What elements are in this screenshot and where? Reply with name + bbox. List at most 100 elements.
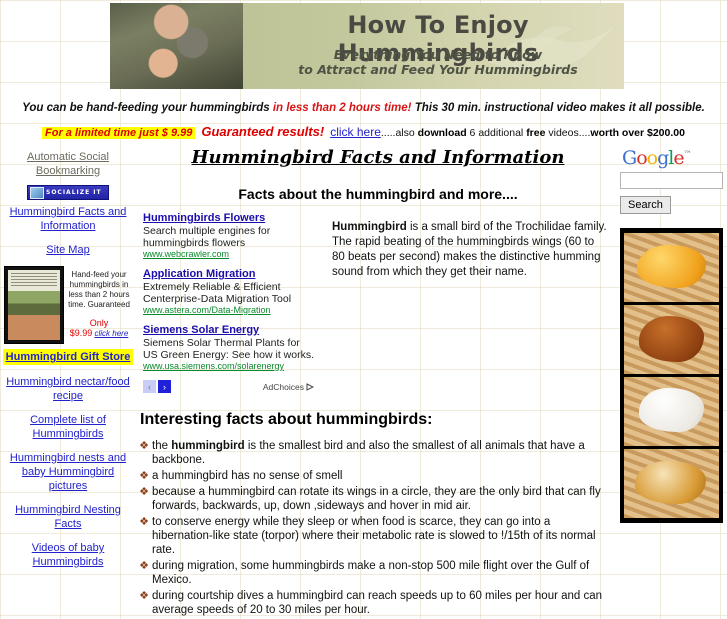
flower-bullet-icon: ❖ [139, 440, 149, 452]
banner-inner: How To Enjoy Hummingbirds Everything You… [110, 3, 624, 89]
photo-thumbnail[interactable] [624, 305, 719, 374]
sidebar-item-nests-and-baby-pictures[interactable]: Hummingbird nests and baby Hummingbird p… [0, 446, 136, 498]
list-item: ❖ a hummingbird has no sense of smell [136, 469, 620, 483]
gift-store-wrap: Hummingbird Gift Store [0, 344, 136, 370]
page-title: Hummingbird Facts and Information [191, 147, 565, 168]
banner-subtitle-line1: Everything You Need to Know [333, 47, 543, 62]
flower-bullet-icon: ❖ [139, 486, 149, 498]
adchoices-triangle-icon [306, 382, 314, 391]
dvd-promo-text: Hand-feed your hummingbirds in less than… [64, 266, 134, 344]
adchoices-text: AdChoices [262, 381, 304, 392]
left-sidebar: Automatic Social Bookmarking SOCIALIZE I… [0, 145, 136, 619]
search-input[interactable] [620, 172, 723, 189]
search-button[interactable]: Search [620, 196, 671, 214]
sidebar-item-hummingbird-gift-store[interactable]: Hummingbird Gift Store [2, 349, 134, 365]
socialize-label: SOCIALIZE IT [46, 189, 102, 196]
list-item: ❖ during courtship dives a hummingbird c… [136, 589, 620, 617]
list-item: ❖ to conserve energy while they sleep or… [136, 515, 620, 557]
socialize-icon [30, 186, 44, 199]
photo-thumbnail[interactable] [624, 449, 719, 518]
promo-worth-text: worth over $200.00 [590, 127, 685, 139]
click-here-link[interactable]: click here [330, 125, 381, 139]
list-item: ❖ during migration, some hummingbirds ma… [136, 559, 620, 587]
ad-item: Application Migration Extremely Reliable… [143, 268, 314, 315]
right-column: Google™ Search [620, 145, 727, 619]
list-item: ❖ the hummingbird is the smallest bird a… [136, 439, 620, 467]
fact-text: the hummingbird is the smallest bird and… [152, 439, 612, 467]
ad-description: Search multiple engines for hummingbirds… [143, 225, 271, 249]
ad-url[interactable]: www.astera.com/Data-Migration [143, 305, 314, 315]
promo-line-1: You can be hand-feeding your hummingbird… [0, 102, 727, 114]
sidebar-item-nesting-facts[interactable]: Hummingbird Nesting Facts [0, 498, 136, 536]
intro-bold-word: Hummingbird [332, 221, 407, 233]
promo-free-word: free [526, 127, 546, 139]
promo-line1-part2: This 30 min. instructional video makes i… [411, 102, 705, 114]
photo-thumbnail[interactable] [624, 377, 719, 446]
banner-photo-man-feeding-hummingbird [110, 3, 243, 89]
ads-prev-arrow-icon[interactable]: ‹ [143, 380, 156, 393]
adchoices-label[interactable]: AdChoices [263, 382, 314, 392]
limited-offer-badge: For a limited time just $ 9.99 [42, 127, 196, 139]
fact-text: during migration, some hummingbirds make… [152, 560, 590, 586]
list-item: ❖ because a hummingbird can rotate its w… [136, 485, 620, 513]
ads-block: Hummingbirds Flowers Search multiple eng… [136, 212, 314, 393]
ads-navigation: ‹ › AdChoices [143, 380, 314, 393]
site-banner: How To Enjoy Hummingbirds Everything You… [0, 0, 727, 92]
ad-url[interactable]: www.usa.siemens.com/solarenergy [143, 361, 314, 371]
page-subtitle: Facts about the hummingbird and more.... [238, 186, 518, 202]
promo-download-word: download [417, 127, 467, 139]
sidebar-item-automatic-social-bookmarking[interactable]: Automatic Social Bookmarking [0, 145, 136, 183]
sidebar-item-nectar-food-recipe[interactable]: Hummingbird nectar/food recipe [0, 370, 136, 408]
ad-title[interactable]: Siemens Solar Energy [143, 324, 314, 337]
flower-bullet-icon: ❖ [139, 516, 149, 528]
promo-line-2: For a limited time just $ 9.99 Guaranteed… [0, 124, 727, 139]
ad-title[interactable]: Hummingbirds Flowers [143, 212, 314, 225]
dvd-promo-block: Hand-feed your hummingbirds in less than… [0, 262, 136, 344]
fact-pre: the [152, 440, 172, 452]
ads-arrows: ‹ › [143, 380, 171, 393]
ad-description: Siemens Solar Thermal Plants for US Gree… [143, 337, 314, 361]
promo-after3: videos.... [545, 127, 591, 139]
dvd-pitch: Hand-feed your hummingbirds in less than… [68, 270, 130, 309]
ad-url[interactable]: www.webcrawler.com [143, 249, 314, 259]
photo-strip [620, 228, 723, 523]
ad-item: Siemens Solar Energy Siemens Solar Therm… [143, 324, 314, 371]
dvd-only-label: Only [89, 318, 109, 328]
promo-after2: 6 additional [466, 127, 527, 139]
flower-bullet-icon: ❖ [139, 560, 149, 572]
dvd-price-row: $9.99 click here [64, 328, 134, 339]
main-content: Hummingbird Facts and Information Facts … [136, 145, 620, 619]
intro-paragraph: Hummingbird is a small bird of the Troch… [314, 212, 620, 393]
sidebar-item-complete-list-of-hummingbirds[interactable]: Complete list of Hummingbirds [0, 408, 136, 446]
promo-line1-highlight: in less than 2 hours time! [272, 102, 412, 114]
sidebar-item-site-map[interactable]: Site Map [0, 238, 136, 262]
google-logo: Google™ [622, 147, 692, 169]
fact-text: a hummingbird has no sense of smell [152, 470, 343, 482]
sidebar-item-videos-of-baby-hummingbirds[interactable]: Videos of baby Hummingbirds [0, 536, 136, 574]
socialize-it-badge[interactable]: SOCIALIZE IT [27, 185, 109, 200]
dvd-cover-art [8, 270, 60, 340]
dvd-price: $9.99 [69, 328, 93, 338]
fact-bold: hummingbird [171, 440, 245, 452]
sidebar-item-hummingbird-facts-and-information[interactable]: Hummingbird Facts and Information [0, 200, 136, 238]
photo-thumbnail[interactable] [624, 233, 719, 302]
page-columns: Automatic Social Bookmarking SOCIALIZE I… [0, 145, 727, 619]
banner-subtitle-line2: to Attract and Feed Your Hummingbirds [298, 62, 578, 77]
fact-text: because a hummingbird can rotate its win… [152, 486, 601, 512]
dvd-cover-image[interactable] [4, 266, 64, 344]
ads-next-arrow-icon[interactable]: › [158, 380, 171, 393]
flower-bullet-icon: ❖ [139, 470, 149, 482]
promo-after1: .....also [380, 127, 418, 139]
ad-description: Extremely Reliable & Efficient Centerpri… [143, 281, 292, 305]
dvd-click-here-link[interactable]: click here [94, 329, 128, 338]
banner-subtitle: Everything You Need to Know to Attract a… [260, 47, 616, 77]
content-top-row: Hummingbirds Flowers Search multiple eng… [136, 212, 620, 393]
ad-title[interactable]: Application Migration [143, 268, 314, 281]
facts-heading: Interesting facts about hummingbirds: [140, 411, 433, 428]
fact-text: during courtship dives a hummingbird can… [152, 590, 603, 616]
ad-item: Hummingbirds Flowers Search multiple eng… [143, 212, 314, 259]
guaranteed-results-text: Guaranteed results! [201, 124, 325, 139]
flower-bullet-icon: ❖ [139, 590, 149, 602]
promo-line1-part1: You can be hand-feeding your hummingbird… [22, 102, 273, 114]
fact-text: to conserve energy while they sleep or w… [152, 516, 596, 556]
